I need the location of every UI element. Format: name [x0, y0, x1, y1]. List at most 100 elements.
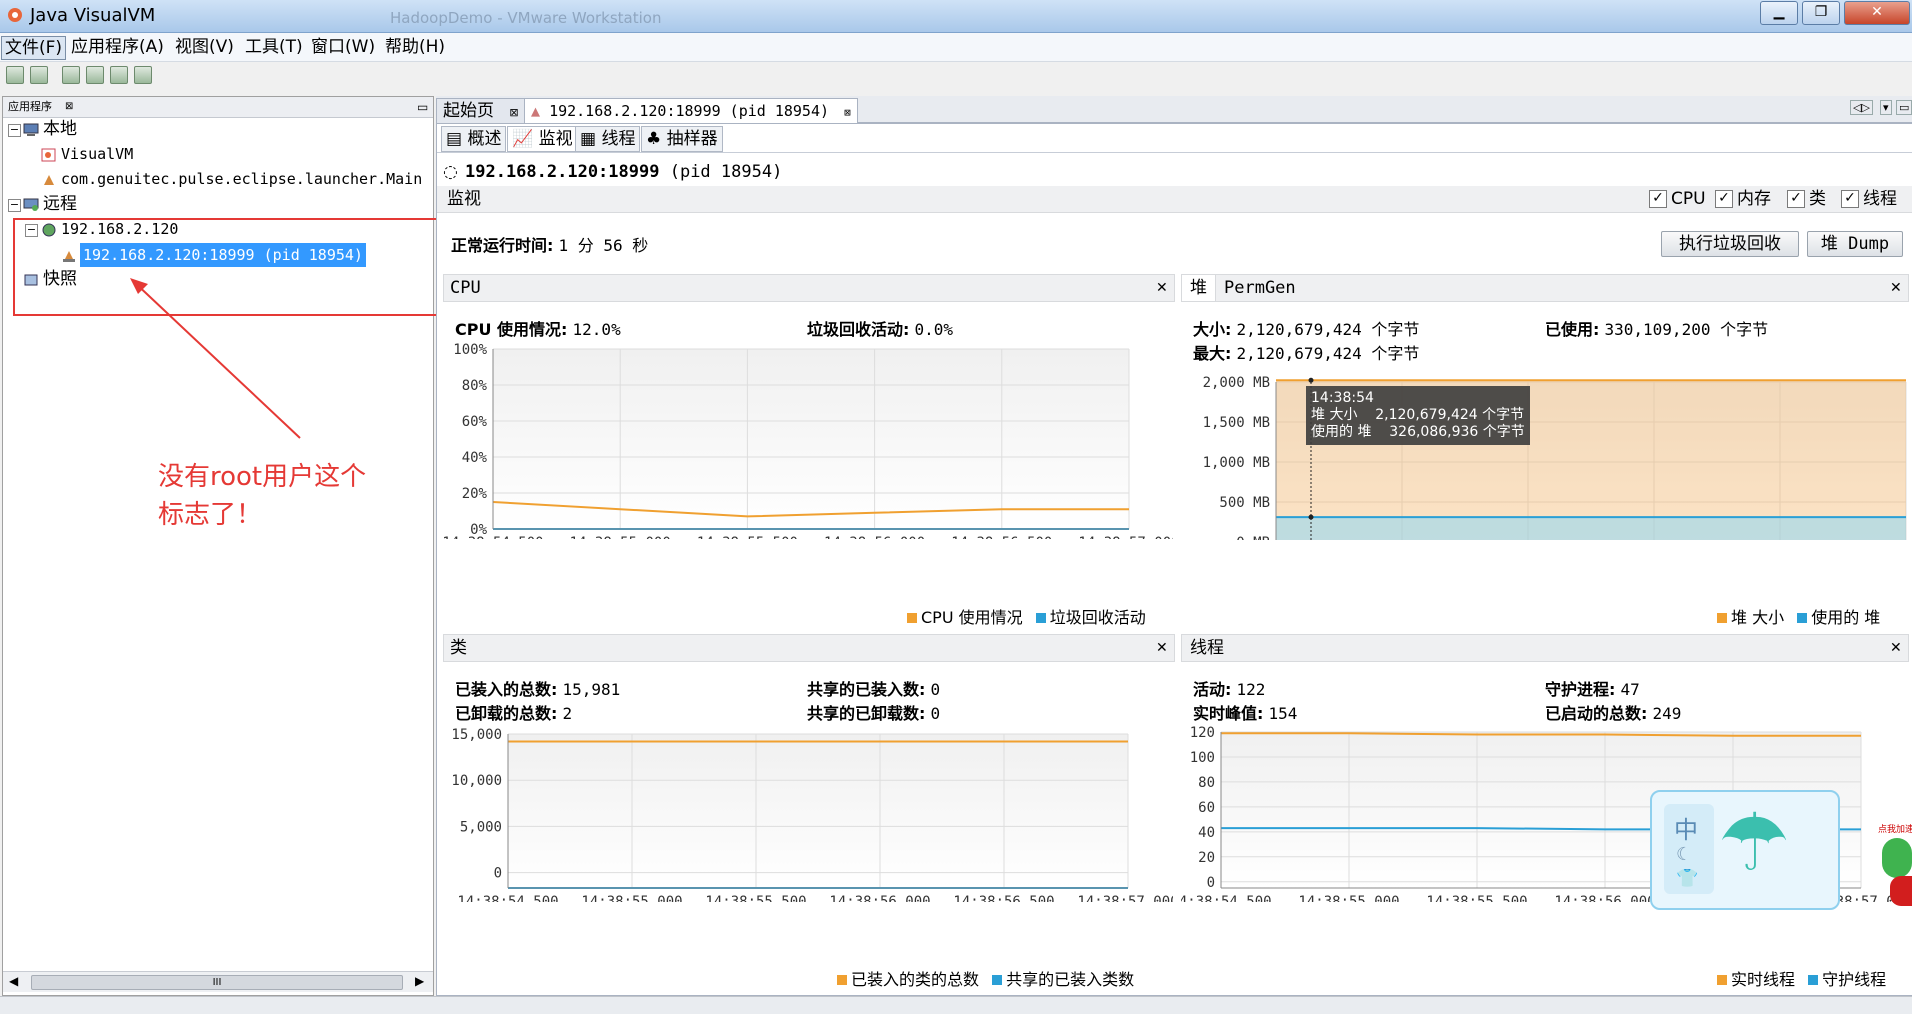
menu-view[interactable]: 视图(V) [172, 36, 237, 58]
threads-peak-stat: 实时峰值: 154 [1193, 700, 1297, 724]
threads-checkbox[interactable]: ✓ [1841, 190, 1859, 208]
x-tick-label: 14:38:56.000 [824, 535, 925, 539]
threads-legend-item-2: 守护线程 [1822, 970, 1887, 989]
side-badge-red-icon [1890, 876, 1912, 906]
shared-loaded-label: 共享的已装入数: [807, 680, 926, 699]
y-tick-label: 0 [494, 866, 502, 882]
subtab-threads[interactable]: ▦ 线程 [575, 126, 641, 152]
threads-started-label: 已启动的总数: [1545, 704, 1648, 723]
y-tick-label: 0 MB [1236, 535, 1270, 540]
cpu-usage-stat: CPU 使用情况: 12.0% [455, 316, 621, 340]
open-file-icon[interactable] [6, 66, 24, 84]
classes-legend-item-2: 共享的已装入类数 [1006, 970, 1135, 989]
minimize-button[interactable]: ▁ [1760, 1, 1798, 25]
close-window-button[interactable]: ✕ [1844, 1, 1910, 25]
y-tick-label: 80% [462, 378, 488, 394]
tab-list-dropdown-icon[interactable]: ▾ [1880, 100, 1892, 115]
tree-toggle-remote[interactable]: − [8, 199, 21, 212]
tab-close-icon-active[interactable]: ⊠ [844, 106, 851, 119]
toolbar [0, 62, 1912, 90]
cpu-panel-title: CPU [450, 278, 481, 298]
legend-swatch-orange [1717, 975, 1727, 985]
maximize-button[interactable]: ❐ [1802, 1, 1840, 25]
scroll-left-arrow-icon[interactable]: ◀ [9, 974, 18, 988]
heap-max-value: 2,120,679,424 个字节 [1236, 344, 1420, 363]
memory-checkbox-label: 内存 [1737, 189, 1771, 209]
cpu-panel-close-icon[interactable]: ✕ [1156, 275, 1168, 301]
classes-checkbox[interactable]: ✓ [1787, 190, 1805, 208]
y-tick-label: 0 [1207, 875, 1215, 891]
scroll-thumb[interactable]: III [31, 975, 403, 990]
subtab-sampler[interactable]: ♣ 抽样器 [641, 126, 723, 152]
add-jmx-connection-icon[interactable] [62, 66, 80, 84]
heap-legend-item-2: 使用的 堆 [1811, 608, 1881, 627]
y-tick-label: 15,000 [451, 727, 502, 743]
tab-close-icon[interactable]: ⊠ [509, 106, 518, 119]
cpu-checkbox[interactable]: ✓ [1649, 190, 1667, 208]
tab-scroll-arrows-icon[interactable]: ◁▷ [1850, 100, 1873, 115]
close-panel-icon[interactable]: ⊠ [65, 97, 73, 117]
maximize-editor-icon[interactable]: ▭ [1896, 100, 1912, 115]
add-coredump-icon[interactable] [110, 66, 128, 84]
ime-skin-icon: 👕 [1676, 868, 1699, 889]
applications-panel-header: 应用程序 ⊠ ▭ [3, 97, 433, 118]
menu-file[interactable]: 文件(F) [1, 36, 67, 60]
add-remote-host-icon[interactable] [86, 66, 104, 84]
x-tick-label: 14:38:55.500 [1426, 894, 1527, 902]
tree-node-eclipse-launcher[interactable]: com.genuitec.pulse.eclipse.launcher.Main [61, 167, 422, 191]
heap-dump-button[interactable]: 堆 Dump [1807, 231, 1903, 257]
subtab-monitor-label: 监视 [538, 129, 573, 149]
app-title-pid: (pid 18954) [669, 162, 783, 182]
y-tick-label: 20 [1198, 850, 1215, 866]
status-bar [0, 996, 1912, 1014]
tab-remote-app[interactable]: ▲ 192.168.2.120:18999 (pid 18954) ⊠ [524, 98, 858, 123]
y-tick-label: 80 [1198, 775, 1215, 791]
threads-panel-close-icon[interactable]: ✕ [1890, 635, 1902, 661]
java-app-tab-icon: ▲ [531, 102, 541, 120]
tree-node-remote[interactable]: 远程 [43, 192, 77, 216]
classes-legend-item-1: 已装入的类的总数 [851, 970, 980, 989]
menu-applications[interactable]: 应用程序(A) [68, 36, 167, 58]
y-tick-label: 500 MB [1219, 495, 1270, 511]
tree-toggle-local[interactable]: − [8, 124, 21, 137]
horizontal-scrollbar[interactable]: ◀ III ▶ [3, 971, 433, 992]
y-tick-label: 100 [1190, 750, 1215, 766]
classes-panel-header: 类 ✕ [443, 634, 1175, 662]
heap-tab[interactable]: 堆 [1182, 275, 1216, 301]
classes-legend: 已装入的类的总数 共享的已装入类数 [837, 966, 1134, 990]
menu-window[interactable]: 窗口(W) [308, 36, 378, 58]
subtab-overview[interactable]: ▤ 概述 [441, 126, 507, 152]
save-icon[interactable] [30, 66, 48, 84]
cpu-legend-item-2: 垃圾回收活动 [1049, 608, 1146, 627]
add-snapshot-icon[interactable] [134, 66, 152, 84]
heap-panel-close-icon[interactable]: ✕ [1890, 275, 1902, 301]
window-title: Java VisualVM [30, 5, 156, 26]
memory-checkbox[interactable]: ✓ [1715, 190, 1733, 208]
subtab-sampler-label: 抽样器 [666, 129, 718, 149]
editor-tab-strip: 起始页 ⊠ ▲ 192.168.2.120:18999 (pid 18954) … [436, 96, 1912, 123]
plot-area [493, 349, 1129, 529]
menu-tools[interactable]: 工具(T) [242, 36, 306, 58]
y-tick-label: 10,000 [451, 773, 502, 789]
ime-chinese-mode-label[interactable]: 中 [1674, 810, 1698, 845]
tooltip-cursor-point [1308, 377, 1314, 383]
classes-unloaded-label: 已卸载的总数: [455, 704, 558, 723]
overview-icon: ▤ [446, 129, 463, 149]
subtab-monitor[interactable]: 📈 监视 [507, 126, 578, 152]
side-speedup-badge[interactable]: 点我加速 [1876, 820, 1912, 910]
heap-size-stat: 大小: 2,120,679,424 个字节 [1193, 316, 1419, 340]
classes-loaded-label: 已装入的总数: [455, 680, 558, 699]
heap-max-label: 最大: [1193, 344, 1232, 363]
minimize-panel-icon[interactable]: ▭ [417, 97, 428, 117]
perform-gc-button[interactable]: 执行垃圾回收 [1661, 231, 1799, 257]
menu-help[interactable]: 帮助(H) [382, 36, 448, 58]
permgen-tab[interactable]: PermGen [1224, 275, 1296, 301]
classes-panel-close-icon[interactable]: ✕ [1156, 635, 1168, 661]
tree-node-visualvm[interactable]: VisualVM [61, 142, 133, 166]
x-tick-label: 14:38:56.500 [953, 894, 1054, 902]
ime-floating-widget[interactable]: 中 ☾ 👕 ☂ [1650, 790, 1840, 910]
scroll-right-arrow-icon[interactable]: ▶ [415, 974, 424, 988]
tree-node-local[interactable]: 本地 [43, 117, 77, 141]
tab-start-page[interactable]: 起始页 ⊠ [436, 98, 526, 123]
classes-loaded-stat: 已装入的总数: 15,981 [455, 676, 620, 700]
